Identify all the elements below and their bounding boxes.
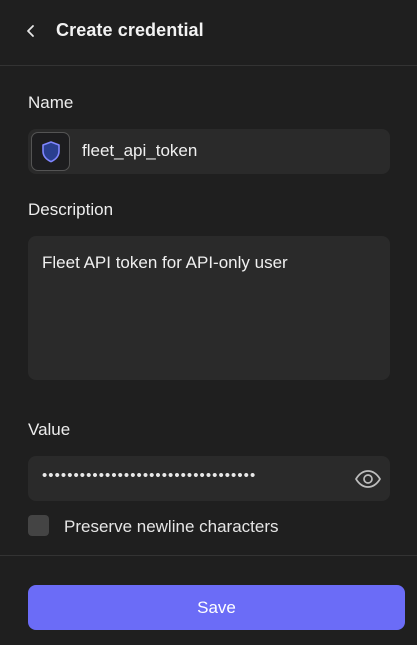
preserve-newlines-label: Preserve newline characters	[64, 517, 279, 536]
value-label: Value	[28, 420, 71, 439]
value-field[interactable]: ••••••••••••••••••••••••••••••••••	[28, 456, 390, 501]
create-credential-panel: Create credential Name fleet_api_token D…	[0, 0, 417, 645]
footer-divider	[0, 555, 417, 556]
chevron-left-icon	[27, 25, 34, 37]
description-label: Description	[28, 200, 114, 219]
description-textarea[interactable]: Fleet API token for API-only user	[28, 236, 390, 380]
value-input-masked[interactable]: ••••••••••••••••••••••••••••••••••	[42, 467, 342, 484]
name-label: Name	[28, 93, 74, 112]
eye-icon	[355, 470, 381, 488]
name-field[interactable]: fleet_api_token	[28, 129, 390, 174]
toggle-visibility-button[interactable]	[354, 465, 382, 493]
name-input[interactable]: fleet_api_token	[82, 141, 197, 161]
shield-icon	[41, 140, 60, 162]
preserve-newlines-checkbox[interactable]	[28, 515, 49, 536]
header: Create credential	[0, 0, 417, 66]
back-button[interactable]	[18, 18, 44, 44]
credential-icon-picker[interactable]	[31, 132, 70, 171]
save-button[interactable]: Save	[28, 585, 405, 630]
page-title: Create credential	[56, 20, 204, 40]
